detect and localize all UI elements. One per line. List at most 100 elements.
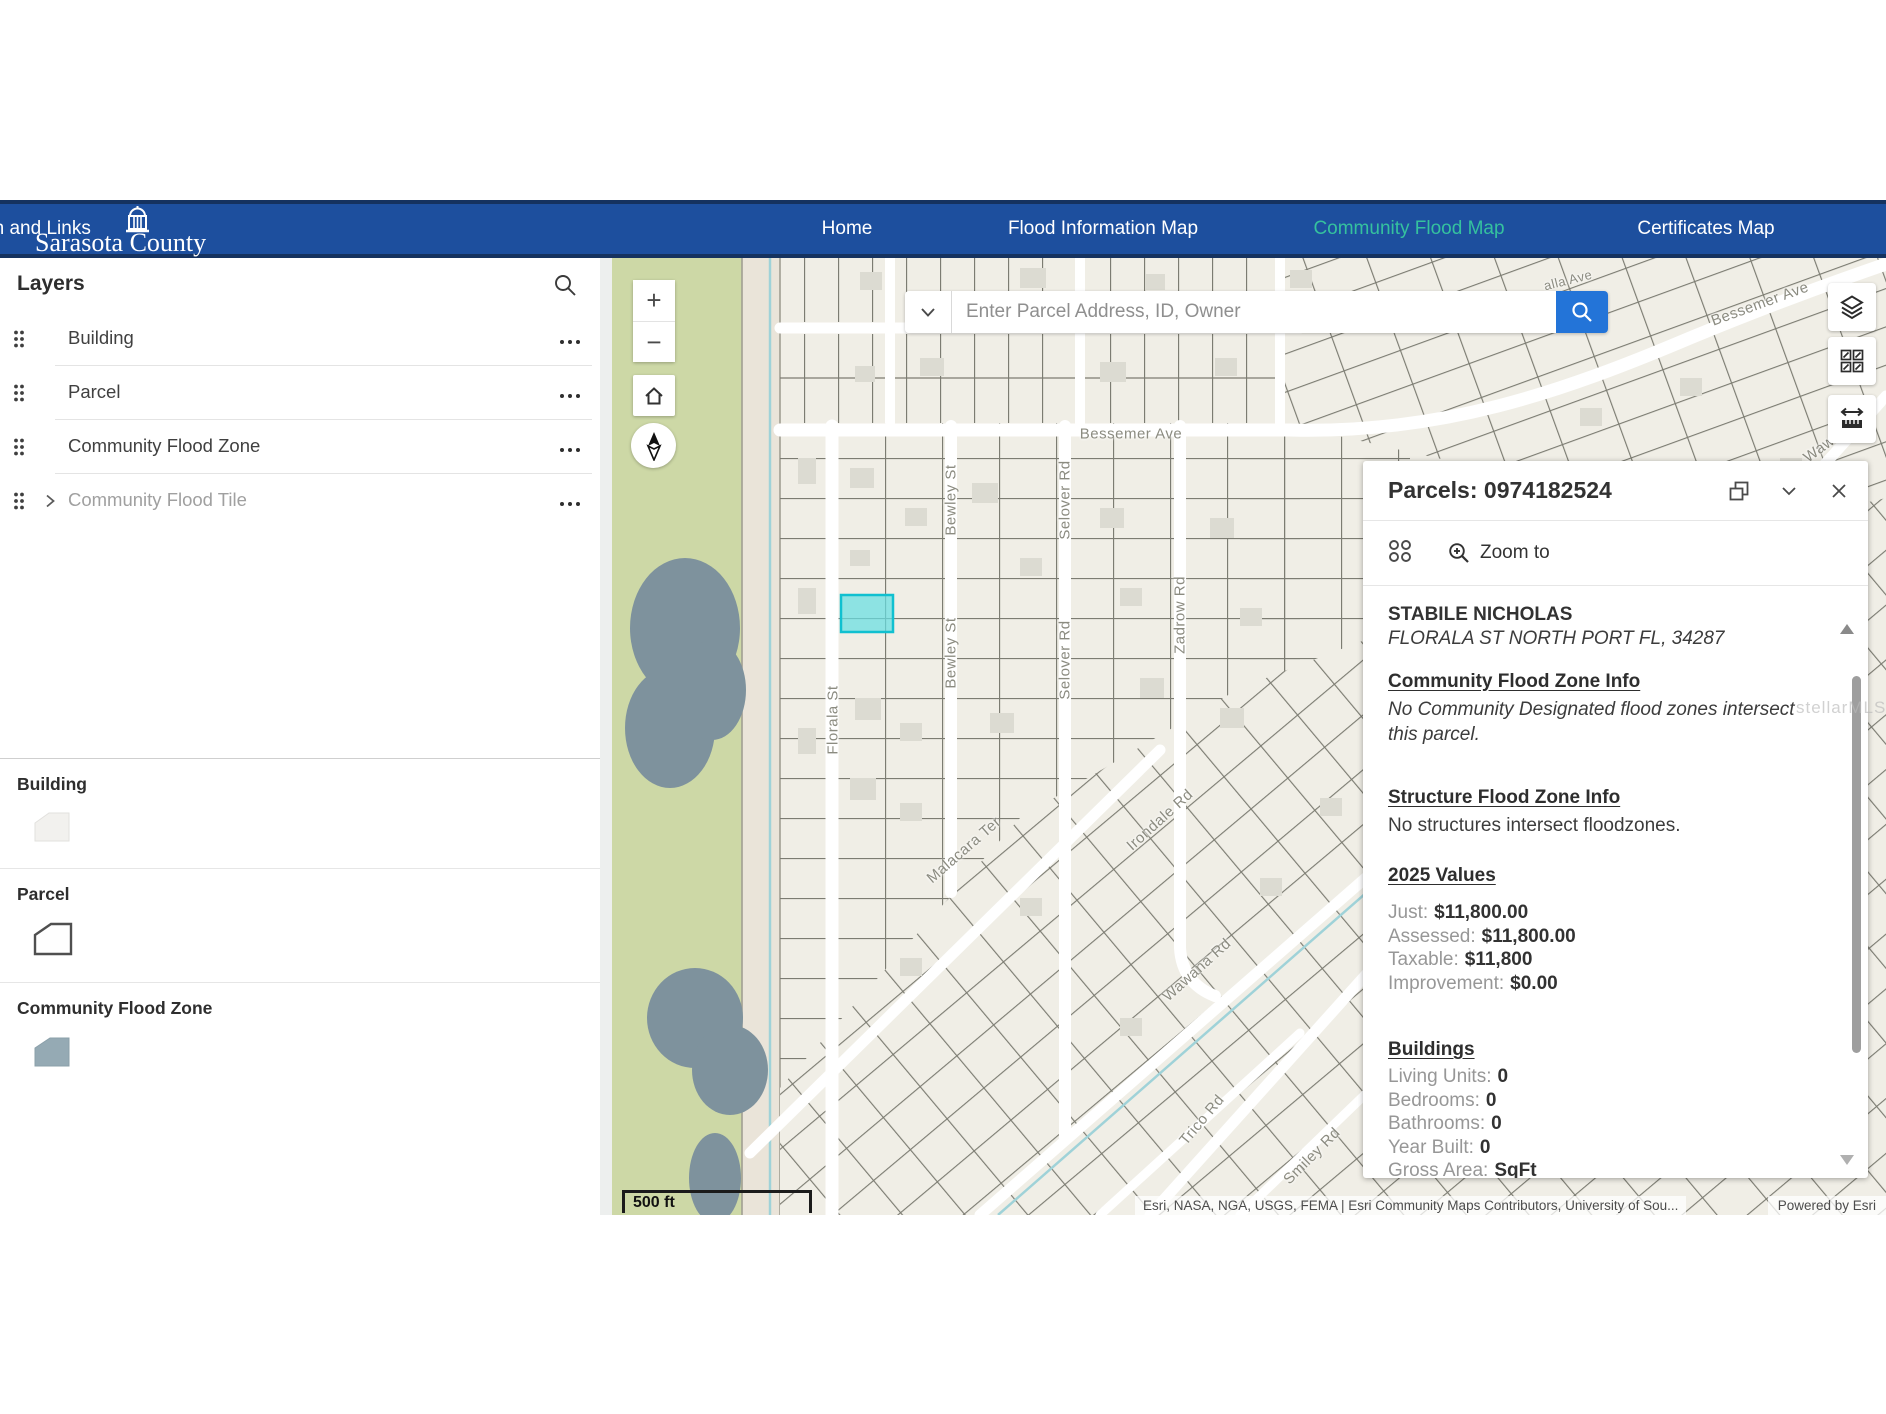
compare-views-icon <box>1839 348 1865 374</box>
powered-by-esri[interactable]: Powered by Esri <box>1768 1196 1886 1215</box>
legend-title: Parcel <box>17 884 600 905</box>
home-button[interactable] <box>633 375 675 416</box>
nav-item[interactable]: Certificates Map <box>1637 204 1774 254</box>
layer-list: Building <box>0 312 600 528</box>
legend-section-building: Building <box>0 759 600 869</box>
building-row: Gross Area:SqFt <box>1388 1159 1810 1178</box>
building-swatch-icon <box>29 832 77 849</box>
compare-views-widget-button[interactable] <box>1828 337 1876 385</box>
street-label: Zadrow Rd <box>1172 576 1189 654</box>
layers-title: Layers <box>17 272 85 296</box>
drag-handle-icon[interactable] <box>12 329 26 354</box>
street-label: Bessemer Ave <box>1080 426 1182 443</box>
close-icon <box>1831 483 1847 499</box>
legend: Building Parcel Community Flood Zone <box>0 758 600 1094</box>
chevron-down-icon <box>1780 485 1798 497</box>
layers-icon <box>1838 293 1866 321</box>
legend-title: Community Flood Zone <box>17 998 600 1019</box>
nav-item[interactable]: Community Flood Map <box>1313 204 1504 254</box>
compass-needle-icon <box>643 431 665 461</box>
section-body: No structures intersect floodzones. <box>1388 813 1810 838</box>
owner-address: FLORALA ST NORTH PORT FL, 34287 <box>1388 628 1810 650</box>
nav-item[interactable]: Flood Information Map <box>1008 204 1198 254</box>
collapse-button[interactable] <box>1776 478 1802 504</box>
map-attribution: Esri, NASA, NGA, USGS, FEMA | Esri Commu… <box>1135 1196 1686 1215</box>
street-label: Bewley St <box>943 464 960 535</box>
legend-section-flood-zone: Community Flood Zone <box>0 983 600 1094</box>
scale-bar: 500 ft <box>622 1190 812 1213</box>
building-row: Year Built:0 <box>1388 1136 1810 1160</box>
close-button[interactable] <box>1826 478 1852 504</box>
popup-header: Parcels: 0974182524 <box>1363 461 1868 521</box>
nav-item[interactable]: Information and Links <box>0 204 91 254</box>
value-row: Improvement:$0.00 <box>1388 972 1810 996</box>
measure-icon <box>1838 406 1866 432</box>
zoom-controls: + − <box>633 280 675 362</box>
search-input[interactable] <box>952 291 1556 333</box>
drag-handle-icon[interactable] <box>12 491 26 516</box>
selected-parcel-highlight <box>841 595 893 632</box>
layer-label: Parcel <box>68 381 120 403</box>
home-icon <box>642 384 666 408</box>
popup-actions: Zoom to <box>1363 521 1868 586</box>
search-source-dropdown[interactable] <box>905 291 952 333</box>
layer-options-icon[interactable] <box>558 387 582 405</box>
legend-section-parcel: Parcel <box>0 869 600 983</box>
street-label: Selover Rd <box>1057 460 1074 539</box>
layer-options-icon[interactable] <box>558 333 582 351</box>
street-label: Florala St <box>825 685 842 754</box>
section-body: No Community Designated flood zones inte… <box>1388 697 1810 747</box>
search-icon <box>1570 300 1594 324</box>
measure-widget-button[interactable] <box>1828 395 1876 443</box>
info-sections: Community Flood Zone Info No Community D… <box>1388 671 1810 838</box>
layer-row[interactable]: Community Flood Zone <box>0 420 600 474</box>
zoom-to-label: Zoom to <box>1480 542 1550 564</box>
popup-body: STABILE NICHOLAS FLORALA ST NORTH PORT F… <box>1363 586 1868 1178</box>
layer-options-icon[interactable] <box>558 495 582 513</box>
scroll-down-arrow-icon[interactable] <box>1840 1155 1854 1165</box>
buildings-heading: Buildings <box>1388 1039 1810 1061</box>
legend-title: Building <box>17 774 600 795</box>
dock-icon <box>1727 479 1751 503</box>
expand-chevron-icon[interactable] <box>42 492 58 515</box>
nav-items: Home Flood Information Map Community Flo… <box>0 204 1886 254</box>
value-row: Taxable:$11,800 <box>1388 948 1810 972</box>
popup-title: Parcels: 0974182524 <box>1388 477 1726 504</box>
top-nav-bar: Sarasota County Home Flood Information M… <box>0 200 1886 258</box>
values-heading: 2025 Values <box>1388 865 1810 887</box>
parcel-swatch-icon <box>29 946 77 963</box>
parcel-popup: Parcels: 0974182524 <box>1363 461 1868 1178</box>
scroll-up-arrow-icon[interactable] <box>1840 624 1854 634</box>
drag-handle-icon[interactable] <box>12 437 26 462</box>
dock-button[interactable] <box>1726 478 1752 504</box>
layer-options-icon[interactable] <box>558 441 582 459</box>
layer-search-icon[interactable] <box>552 272 578 298</box>
scale-label: 500 ft <box>633 1194 675 1212</box>
search-button[interactable] <box>1556 291 1608 333</box>
nav-item[interactable]: Home <box>822 204 873 254</box>
owner-name: STABILE NICHOLAS <box>1388 604 1810 626</box>
zoom-to-button[interactable]: Zoom to <box>1447 541 1550 565</box>
flood-zone-swatch-icon <box>29 1058 77 1075</box>
layer-label: Community Flood Tile <box>68 489 247 511</box>
zoom-in-button[interactable]: + <box>633 280 675 321</box>
chevron-down-icon <box>919 306 937 318</box>
layer-row[interactable]: Community Flood Tile <box>0 474 600 528</box>
value-row: Just:$11,800.00 <box>1388 901 1810 925</box>
building-row: Living Units:0 <box>1388 1065 1810 1089</box>
page: Sarasota County Home Flood Information M… <box>0 0 1886 1414</box>
layer-row[interactable]: Building <box>0 312 600 366</box>
popup-scrollbar[interactable] <box>1852 676 1861 1053</box>
compass-button[interactable] <box>631 423 676 468</box>
street-label: Bewley St <box>943 617 960 688</box>
layers-widget-button[interactable] <box>1828 283 1876 331</box>
zoom-out-button[interactable]: − <box>633 321 675 362</box>
buildings-list: Living Units:0 Bedrooms:0 Bathrooms:0 Ye… <box>1388 1065 1810 1178</box>
zoom-to-icon <box>1447 541 1471 565</box>
drag-handle-icon[interactable] <box>12 383 26 408</box>
layers-panel: Layers <box>0 258 600 1215</box>
layer-label: Community Flood Zone <box>68 435 260 457</box>
browse-features-icon[interactable] <box>1387 538 1413 569</box>
layer-row[interactable]: Parcel <box>0 366 600 420</box>
layer-label: Building <box>68 327 134 349</box>
